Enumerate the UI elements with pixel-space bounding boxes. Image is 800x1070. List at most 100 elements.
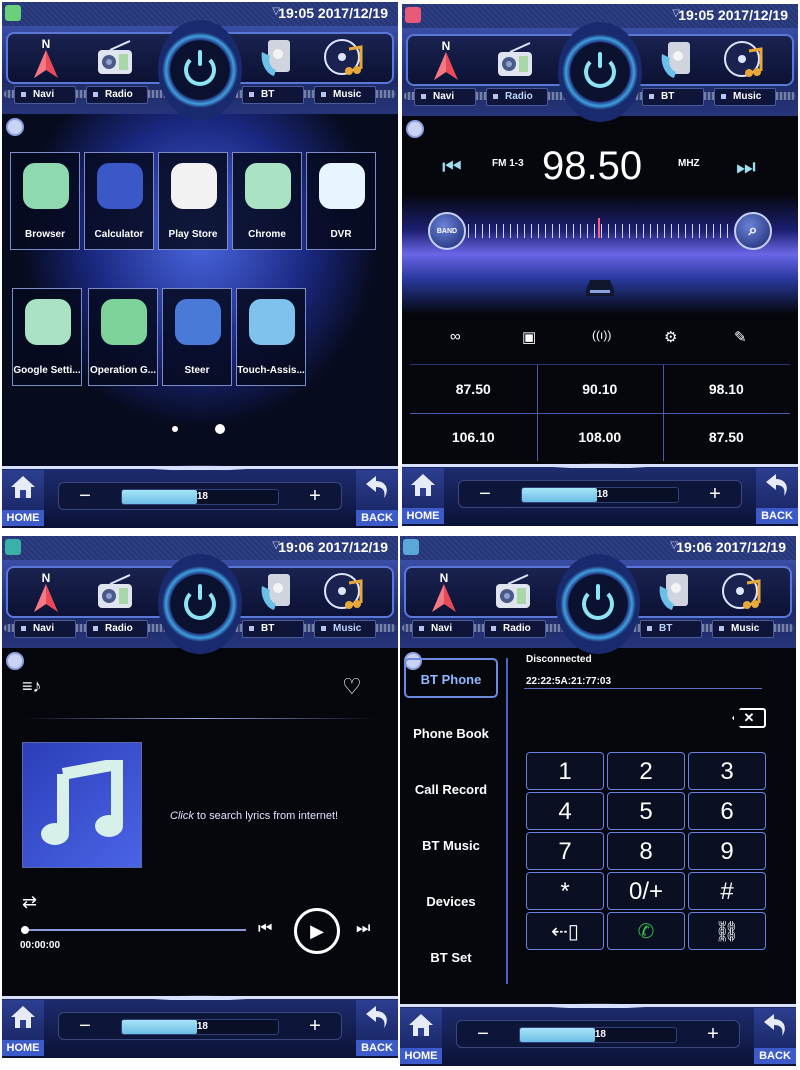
- power-button[interactable]: [558, 22, 642, 122]
- volume-slider[interactable]: 18: [519, 1027, 677, 1043]
- app-tile[interactable]: Operation G...: [88, 288, 158, 386]
- home-button[interactable]: HOME: [402, 468, 444, 524]
- app-tile[interactable]: DVR: [306, 152, 376, 250]
- bt-contacts-icon[interactable]: [652, 570, 696, 614]
- back-button[interactable]: BACK: [756, 468, 798, 524]
- preset-station[interactable]: 98.10: [663, 365, 790, 413]
- app-tile[interactable]: Touch-Assis...: [236, 288, 306, 386]
- music-disc-icon[interactable]: [722, 38, 766, 82]
- repeat-icon[interactable]: ⇄: [22, 892, 37, 913]
- dock-label-bt[interactable]: BT: [242, 620, 304, 638]
- power-button[interactable]: [556, 554, 640, 654]
- previous-track-icon[interactable]: ⏮: [258, 920, 272, 938]
- bt-menu-item[interactable]: BT Set: [404, 938, 498, 978]
- floating-assist-button[interactable]: [406, 120, 424, 138]
- back-button[interactable]: BACK: [356, 470, 398, 526]
- keypad-key[interactable]: *: [526, 872, 604, 910]
- home-button[interactable]: HOME: [400, 1008, 442, 1064]
- favorite-heart-icon[interactable]: ♡: [342, 674, 362, 700]
- progress-knob[interactable]: [21, 926, 29, 934]
- preset-station[interactable]: 108.00: [537, 413, 664, 461]
- preset-station[interactable]: 90.10: [537, 365, 664, 413]
- save-icon[interactable]: ▣: [522, 328, 536, 346]
- volume-down-button[interactable]: −: [73, 485, 97, 508]
- seek-previous-icon[interactable]: ⏮: [442, 154, 462, 180]
- playlist-icon[interactable]: ≡♪: [22, 676, 42, 697]
- volume-down-button[interactable]: −: [471, 1023, 495, 1046]
- bt-contacts-icon[interactable]: [254, 36, 298, 80]
- keypad-key[interactable]: 5: [607, 792, 685, 830]
- volume-down-button[interactable]: −: [73, 1015, 97, 1038]
- back-button[interactable]: BACK: [754, 1008, 796, 1064]
- radio-icon[interactable]: [94, 36, 138, 80]
- app-tile[interactable]: Play Store: [158, 152, 228, 250]
- volume-up-button[interactable]: +: [703, 483, 727, 506]
- home-button[interactable]: HOME: [2, 470, 44, 526]
- keypad-key[interactable]: 6: [688, 792, 766, 830]
- dock-label-navi[interactable]: Navi: [14, 86, 76, 104]
- band-button[interactable]: BAND: [428, 212, 466, 250]
- home-button[interactable]: HOME: [2, 1000, 44, 1056]
- radio-icon[interactable]: [492, 570, 536, 614]
- volume-slider[interactable]: 18: [121, 489, 279, 505]
- scan-search-icon[interactable]: ⌕: [734, 212, 772, 250]
- keypad-key[interactable]: #: [688, 872, 766, 910]
- app-tile[interactable]: Google Setti...: [12, 288, 82, 386]
- track-progress-bar[interactable]: [21, 926, 246, 934]
- volume-up-button[interactable]: +: [303, 1015, 327, 1038]
- dock-label-radio[interactable]: Radio: [86, 620, 148, 638]
- transfer-to-phone-icon[interactable]: ⇠▯: [526, 912, 604, 950]
- dock-label-music[interactable]: Music: [314, 86, 376, 104]
- volume-slider[interactable]: 18: [521, 487, 679, 503]
- navi-compass-icon[interactable]: N: [424, 38, 468, 82]
- app-tile[interactable]: Chrome: [232, 152, 302, 250]
- bt-menu-item[interactable]: BT Music: [404, 826, 498, 866]
- antenna-icon[interactable]: ((ı)): [592, 328, 611, 342]
- dock-label-bt[interactable]: BT: [640, 620, 702, 638]
- navi-compass-icon[interactable]: N: [422, 570, 466, 614]
- lyrics-search-link[interactable]: Click to search lyrics from internet!: [170, 810, 338, 822]
- keypad-key[interactable]: 8: [607, 832, 685, 870]
- volume-down-button[interactable]: −: [473, 483, 497, 506]
- call-icon[interactable]: ✆: [607, 912, 685, 950]
- volume-up-button[interactable]: +: [303, 485, 327, 508]
- floating-assist-button[interactable]: [6, 118, 24, 136]
- bt-menu-item[interactable]: Phone Book: [404, 714, 498, 754]
- floating-assist-button[interactable]: [6, 652, 24, 670]
- dock-label-navi[interactable]: Navi: [414, 88, 476, 106]
- music-disc-icon[interactable]: [322, 570, 366, 614]
- radio-icon[interactable]: [94, 570, 138, 614]
- dock-label-music[interactable]: Music: [314, 620, 376, 638]
- keypad-key[interactable]: 7: [526, 832, 604, 870]
- volume-slider[interactable]: 18: [121, 1019, 279, 1035]
- back-button[interactable]: BACK: [356, 1000, 398, 1056]
- dock-label-navi[interactable]: Navi: [412, 620, 474, 638]
- preset-station[interactable]: 87.50: [410, 365, 537, 413]
- seek-next-icon[interactable]: ⏭: [736, 154, 756, 180]
- keypad-key[interactable]: 3: [688, 752, 766, 790]
- music-disc-icon[interactable]: [322, 36, 366, 80]
- dock-label-radio[interactable]: Radio: [486, 88, 548, 106]
- bt-menu-item[interactable]: Call Record: [404, 770, 498, 810]
- backspace-icon[interactable]: ✕: [732, 708, 766, 728]
- keypad-key[interactable]: 0/+: [607, 872, 685, 910]
- keypad-key[interactable]: 2: [607, 752, 685, 790]
- next-track-icon[interactable]: ⏭: [356, 920, 370, 938]
- keypad-key[interactable]: 4: [526, 792, 604, 830]
- bt-contacts-icon[interactable]: [254, 570, 298, 614]
- navi-compass-icon[interactable]: N: [24, 36, 68, 80]
- preset-station[interactable]: 106.10: [410, 413, 537, 461]
- dock-label-music[interactable]: Music: [712, 620, 774, 638]
- bt-menu-item[interactable]: BT Phone: [404, 658, 498, 698]
- stereo-icon[interactable]: ∞: [450, 328, 461, 345]
- bt-contacts-icon[interactable]: [654, 38, 698, 82]
- power-button[interactable]: [158, 20, 242, 120]
- dock-label-navi[interactable]: Navi: [14, 620, 76, 638]
- app-tile[interactable]: Calculator: [84, 152, 154, 250]
- app-tile[interactable]: Steer: [162, 288, 232, 386]
- play-button[interactable]: ▶: [294, 908, 340, 954]
- keypad-key[interactable]: 9: [688, 832, 766, 870]
- volume-up-button[interactable]: +: [701, 1023, 725, 1046]
- navi-compass-icon[interactable]: N: [24, 570, 68, 614]
- bt-menu-item[interactable]: Devices: [404, 882, 498, 922]
